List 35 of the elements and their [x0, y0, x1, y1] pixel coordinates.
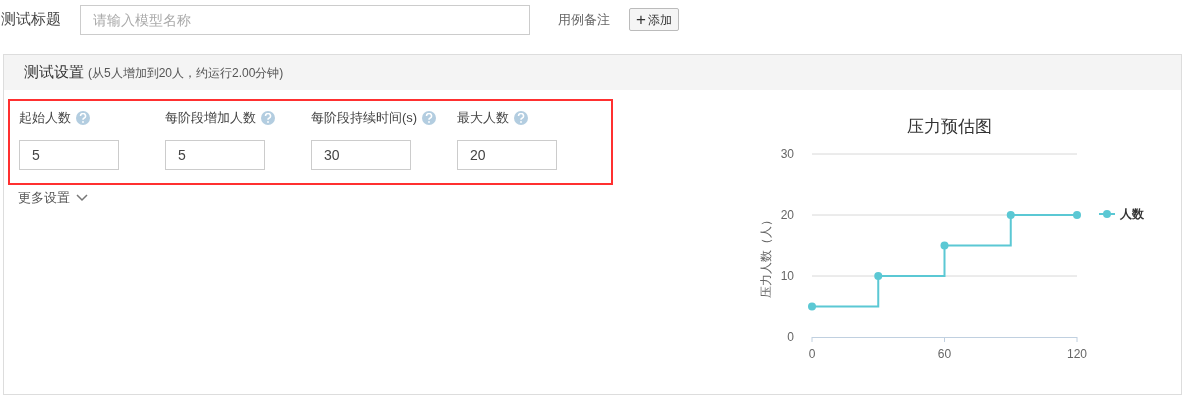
y-tick-label: 30 — [780, 147, 794, 161]
y-axis-title: 压力人数（人） — [759, 213, 773, 298]
chart-title: 压力预估图 — [906, 117, 992, 136]
y-tick-label: 10 — [780, 269, 794, 283]
panel-summary: (从5人增加到20人，约运行2.00分钟) — [88, 64, 284, 82]
number-input[interactable]: 20 — [457, 139, 557, 170]
field-label: 用例备注 — [558, 10, 610, 29]
x-tick-label: 60 — [937, 347, 952, 361]
data-point — [808, 302, 816, 311]
more-settings-toggle[interactable]: 更多设置 — [18, 188, 88, 208]
help-icon[interactable] — [261, 110, 275, 125]
title-input[interactable]: 请输入模型名称 — [80, 4, 530, 35]
x-tick-label: 120 — [1067, 347, 1087, 361]
number-input[interactable]: 30 — [311, 139, 411, 170]
field-label: 每阶段增加人数 — [165, 109, 256, 127]
data-point — [940, 241, 949, 250]
panel-title: 测试设置 — [24, 62, 84, 83]
number-input[interactable]: 5 — [19, 139, 119, 170]
field-label: 最大人数 — [457, 109, 509, 127]
field-label: 起始人数 — [19, 109, 71, 127]
y-tick-label: 20 — [780, 208, 794, 222]
legend-label[interactable]: 人数 — [1120, 207, 1144, 221]
data-point — [1006, 211, 1015, 219]
x-tick-label: 0 — [808, 347, 816, 361]
add-button[interactable]: +添加 — [629, 8, 679, 31]
chevron-down-icon — [76, 193, 88, 202]
field-label: 每阶段持续时间(s) — [311, 109, 418, 127]
field-label: 测试标题 — [0, 9, 62, 30]
number-input[interactable]: 5 — [165, 139, 265, 170]
data-point — [874, 272, 883, 280]
help-icon[interactable] — [422, 110, 437, 125]
help-icon[interactable] — [514, 110, 528, 125]
data-point — [1073, 211, 1081, 219]
help-icon[interactable] — [76, 110, 90, 125]
y-tick-label: 0 — [787, 330, 794, 344]
